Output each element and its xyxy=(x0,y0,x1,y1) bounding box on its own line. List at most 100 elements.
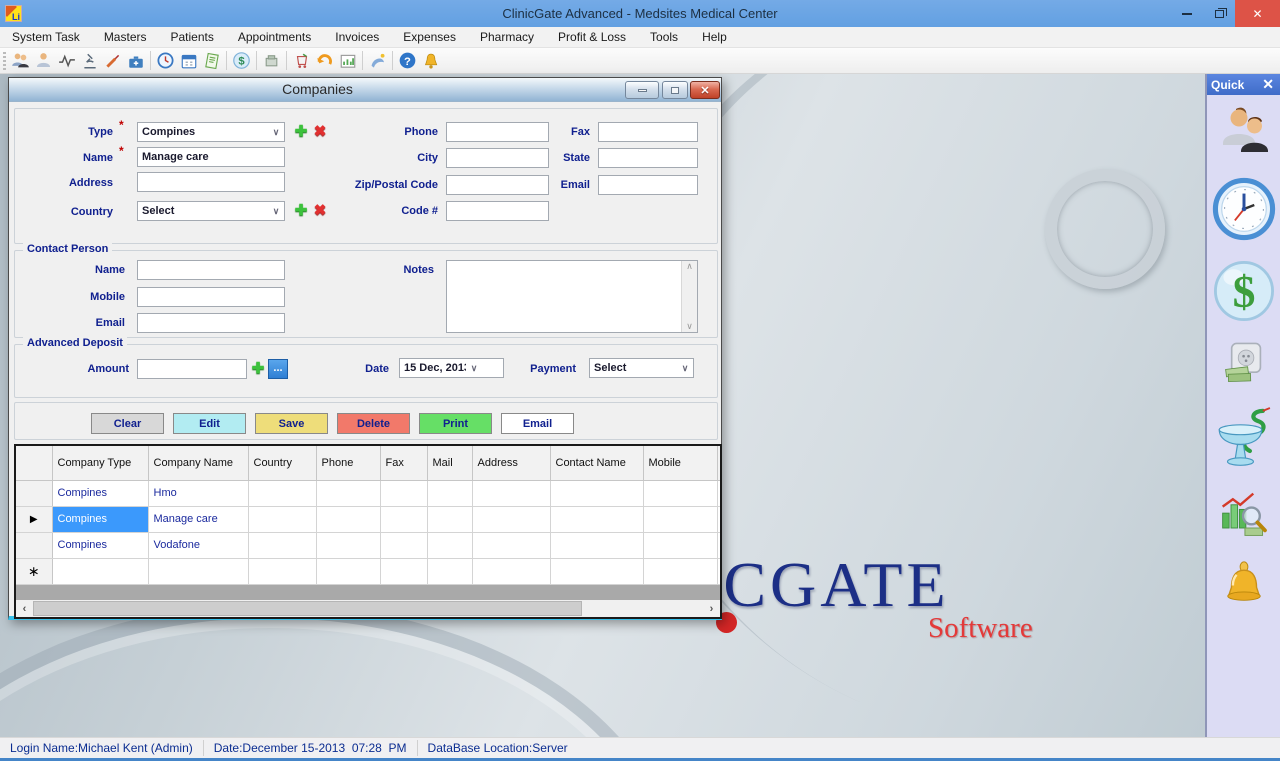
grid-cell[interactable] xyxy=(248,558,316,584)
date-combobox[interactable]: 15 Dec, 2013∨ xyxy=(399,358,504,378)
type-combobox[interactable]: Compines∨ xyxy=(137,122,285,142)
code-field[interactable] xyxy=(446,201,549,221)
current-row-marker[interactable]: ▶ xyxy=(16,506,52,532)
menu-item-invoices[interactable]: Invoices xyxy=(323,27,391,47)
grid-cell[interactable]: Vodafone xyxy=(148,532,248,558)
table-row-new[interactable]: ∗ xyxy=(16,558,722,584)
dialog-close-button[interactable]: ✕ xyxy=(690,81,720,99)
grid-cell[interactable] xyxy=(316,506,380,532)
deposit-safe-quick-icon[interactable] xyxy=(1221,341,1267,392)
add-type-icon[interactable]: ✚ xyxy=(293,124,309,140)
grid-cell[interactable] xyxy=(550,532,643,558)
reminders-bell-quick-icon[interactable] xyxy=(1218,559,1270,616)
name-field[interactable] xyxy=(137,147,285,167)
print-button[interactable]: Print xyxy=(419,413,492,434)
state-field[interactable] xyxy=(598,148,698,168)
grid-cell[interactable] xyxy=(148,558,248,584)
grid-cell[interactable] xyxy=(643,558,717,584)
quick-panel-close-icon[interactable]: ✕ xyxy=(1262,76,1276,93)
grid-cell[interactable] xyxy=(380,506,427,532)
grid-cell[interactable] xyxy=(472,532,550,558)
calendar-icon[interactable] xyxy=(177,49,200,72)
grid-cell-selected[interactable]: Compines xyxy=(52,506,148,532)
scroll-down-icon[interactable]: ∨ xyxy=(686,321,693,332)
grid-cell[interactable] xyxy=(248,506,316,532)
grid-cell[interactable] xyxy=(316,480,380,506)
appointments-clock-quick-icon[interactable] xyxy=(1212,177,1276,246)
column-header-contact-name[interactable]: Contact Name xyxy=(550,446,643,480)
row-selector[interactable] xyxy=(16,480,52,506)
table-row[interactable]: Compines Vodafone xyxy=(16,532,722,558)
menu-item-help[interactable]: Help xyxy=(690,27,739,47)
grid-cell[interactable]: Compines xyxy=(52,532,148,558)
add-deposit-icon[interactable]: ✚ xyxy=(250,361,266,377)
grid-cell[interactable] xyxy=(427,532,472,558)
delete-type-icon[interactable]: ✖ xyxy=(312,124,328,140)
email-button[interactable]: Email xyxy=(501,413,574,434)
bell-icon[interactable] xyxy=(419,49,442,72)
grid-cell[interactable] xyxy=(316,532,380,558)
email-field[interactable] xyxy=(598,175,698,195)
grid-cell[interactable] xyxy=(550,480,643,506)
grid-cell[interactable] xyxy=(550,558,643,584)
column-header-mail[interactable]: Mail xyxy=(427,446,472,480)
grid-cell[interactable]: Hmo xyxy=(148,480,248,506)
menu-item-system-task[interactable]: System Task xyxy=(0,27,92,47)
payment-combobox[interactable]: Select∨ xyxy=(589,358,694,378)
country-combobox[interactable]: Select∨ xyxy=(137,201,285,221)
menu-item-appointments[interactable]: Appointments xyxy=(226,27,323,47)
grid-horizontal-scrollbar[interactable]: ‹ › xyxy=(16,600,720,617)
menu-item-profit-loss[interactable]: Profit & Loss xyxy=(546,27,638,47)
menu-item-tools[interactable]: Tools xyxy=(638,27,690,47)
delete-button[interactable]: Delete xyxy=(337,413,410,434)
scroll-up-icon[interactable]: ∧ xyxy=(686,261,693,272)
notes-textarea[interactable]: ∧∨ xyxy=(446,260,698,333)
dollar-coin-icon[interactable]: $ xyxy=(230,49,253,72)
microscope-icon[interactable] xyxy=(78,49,101,72)
reports-analysis-quick-icon[interactable] xyxy=(1218,489,1270,546)
clear-button[interactable]: Clear xyxy=(91,413,164,434)
scroll-right-icon[interactable]: › xyxy=(703,600,720,617)
scrollbar-thumb[interactable] xyxy=(33,601,582,616)
grid-cell[interactable] xyxy=(643,480,717,506)
table-row-selected[interactable]: ▶ Compines Manage care xyxy=(16,506,722,532)
add-country-icon[interactable]: ✚ xyxy=(293,203,309,219)
grid-cell[interactable] xyxy=(427,558,472,584)
billing-dollar-quick-icon[interactable]: $ xyxy=(1212,259,1276,328)
grid-cell[interactable] xyxy=(380,532,427,558)
grid-cell[interactable] xyxy=(472,558,550,584)
city-field[interactable] xyxy=(446,148,549,168)
menu-item-masters[interactable]: Masters xyxy=(92,27,159,47)
column-header-address[interactable]: Address xyxy=(472,446,550,480)
column-header-phone[interactable]: Phone xyxy=(316,446,380,480)
column-header-country[interactable]: Country xyxy=(248,446,316,480)
restore-button[interactable] xyxy=(1203,0,1235,27)
help-icon[interactable]: ? xyxy=(396,49,419,72)
grid-cell[interactable] xyxy=(427,506,472,532)
grid-cell[interactable] xyxy=(316,558,380,584)
notes-scrollbar[interactable]: ∧∨ xyxy=(681,261,697,332)
address-field[interactable] xyxy=(137,172,285,192)
zip-field[interactable] xyxy=(446,175,549,195)
column-header-mobile[interactable]: Mobile xyxy=(643,446,717,480)
purchase-icon[interactable] xyxy=(290,49,313,72)
fax-field[interactable] xyxy=(598,122,698,142)
grid-cell[interactable] xyxy=(472,506,550,532)
vitals-icon[interactable] xyxy=(55,49,78,72)
patient-icon[interactable] xyxy=(32,49,55,72)
column-header-company-type[interactable]: Company Type xyxy=(52,446,148,480)
syringe-icon[interactable] xyxy=(101,49,124,72)
doctor-case-icon[interactable] xyxy=(124,49,147,72)
delete-country-icon[interactable]: ✖ xyxy=(312,203,328,219)
menu-item-pharmacy[interactable]: Pharmacy xyxy=(468,27,546,47)
pharmacy-quick-icon[interactable] xyxy=(1211,405,1277,476)
amount-field[interactable] xyxy=(137,359,247,379)
grid-cell[interactable] xyxy=(248,532,316,558)
alerts-icon[interactable] xyxy=(366,49,389,72)
contact-email-field[interactable] xyxy=(137,313,285,333)
row-selector[interactable] xyxy=(16,532,52,558)
undo-icon[interactable] xyxy=(313,49,336,72)
grid-cell[interactable]: Manage care xyxy=(148,506,248,532)
grid-cell[interactable] xyxy=(248,480,316,506)
grid-cell[interactable] xyxy=(427,480,472,506)
